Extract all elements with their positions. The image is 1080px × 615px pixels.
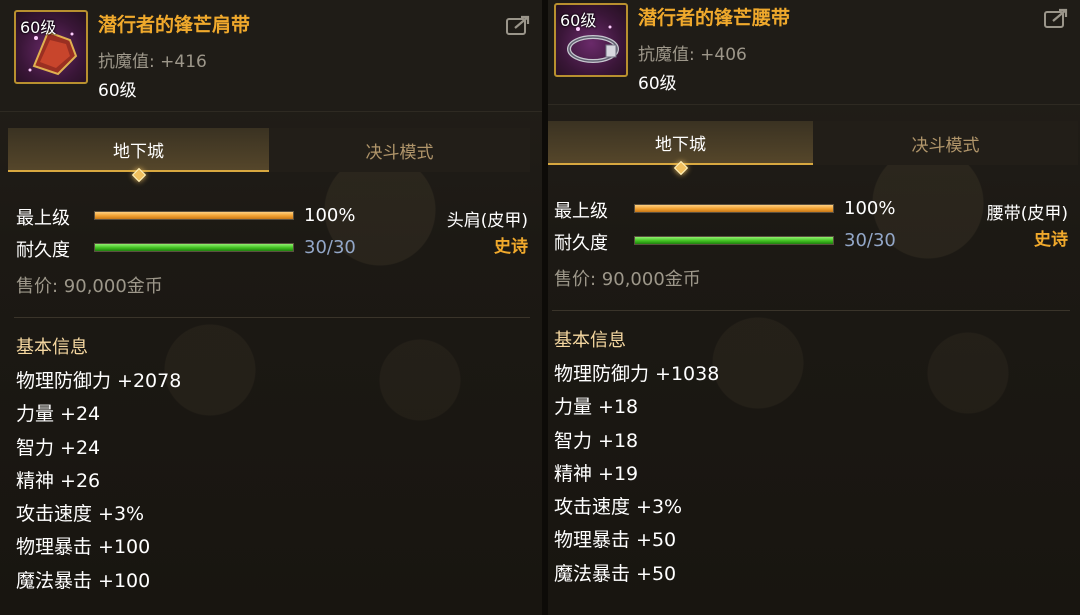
magic-resist-label: 抗魔值: (638, 45, 695, 65)
basic-info-title: 基本信息 (554, 330, 626, 351)
max-level-label: 最上级 (554, 201, 608, 222)
mode-tabs: 地下城 决斗模式 (548, 121, 1078, 176)
rarity-label: 史诗 (494, 237, 528, 257)
stat-attack-speed: 攻击速度 +3% (554, 496, 683, 519)
tab-dungeon-label: 地下城 (655, 134, 706, 155)
tab-dungeon-label: 地下城 (113, 141, 164, 162)
mode-tabs: 地下城 决斗模式 (8, 128, 530, 183)
item-level: 60级 (638, 74, 677, 94)
magic-resist-stat: 抗魔值: +416 (98, 47, 207, 72)
tab-duel-mode[interactable]: 决斗模式 (269, 128, 530, 172)
max-level-bar (94, 211, 294, 220)
stat-spirit: 精神 +26 (16, 469, 101, 492)
magic-resist-stat: 抗魔值: +406 (638, 40, 747, 65)
durability-bar-fill (95, 244, 293, 251)
durability-bar (634, 236, 834, 245)
item-tooltip-belt: 60级 潜行者的锋芒腰带 抗魔值: +406 60级 地下城 决斗模式 最上级 … (548, 0, 1080, 615)
stat-physical-crit: 物理暴击 +50 (554, 529, 677, 552)
item-icon-box: 60级 (14, 10, 88, 84)
tab-duel-label: 决斗模式 (365, 142, 434, 163)
durability-bar (94, 243, 294, 252)
icon-level-badge: 60级 (20, 18, 57, 37)
basic-info-title: 基本信息 (16, 337, 88, 358)
sell-price: 售价: 90,000金币 (16, 276, 163, 297)
stat-magic-crit: 魔法暴击 +50 (554, 562, 677, 585)
item-tooltip-shoulder: 60级 潜行者的锋芒肩带 抗魔值: +416 60级 地下城 决斗模式 最上级 … (0, 0, 542, 615)
active-tab-indicator (673, 160, 688, 176)
stat-physical-defense: 物理防御力 +1038 (554, 363, 720, 385)
stat-intelligence: 智力 +24 (16, 436, 101, 459)
max-level-label: 最上级 (16, 208, 70, 229)
max-level-value: 100% (304, 205, 356, 226)
tab-duel-mode[interactable]: 决斗模式 (813, 121, 1078, 165)
stat-strength: 力量 +18 (554, 396, 639, 419)
item-level: 60级 (98, 81, 137, 101)
share-icon[interactable] (506, 14, 532, 36)
tab-duel-label: 决斗模式 (911, 135, 980, 156)
stat-intelligence: 智力 +18 (554, 429, 639, 452)
slot-type: 腰带(皮甲) (986, 204, 1068, 224)
item-name: 潜行者的锋芒腰带 (638, 7, 791, 29)
durability-label: 耐久度 (554, 233, 608, 254)
max-level-value: 100% (844, 198, 896, 219)
magic-resist-label: 抗魔值: (98, 52, 155, 72)
stat-magic-crit: 魔法暴击 +100 (16, 569, 151, 592)
durability-bar-fill (635, 237, 833, 244)
item-header: 60级 潜行者的锋芒肩带 抗魔值: +416 60级 (0, 0, 542, 112)
share-icon[interactable] (1044, 7, 1070, 29)
durability-value: 30/30 (304, 237, 356, 258)
active-tab-indicator (131, 167, 146, 183)
stat-strength: 力量 +24 (16, 403, 101, 426)
separator (14, 317, 530, 318)
item-icon-box: 60级 (554, 3, 628, 77)
icon-level-badge: 60级 (560, 11, 597, 30)
magic-resist-value: +416 (160, 52, 207, 72)
item-name: 潜行者的锋芒肩带 (98, 14, 251, 36)
max-level-bar-fill (95, 212, 293, 219)
tab-dungeon[interactable]: 地下城 (548, 121, 813, 176)
rarity-label: 史诗 (1034, 230, 1068, 250)
tab-dungeon[interactable]: 地下城 (8, 128, 269, 183)
stat-physical-defense: 物理防御力 +2078 (16, 370, 182, 392)
max-level-bar (634, 204, 834, 213)
durability-value: 30/30 (844, 230, 896, 251)
item-header: 60级 潜行者的锋芒腰带 抗魔值: +406 60级 (548, 0, 1080, 105)
stat-physical-crit: 物理暴击 +100 (16, 536, 151, 559)
slot-type: 头肩(皮甲) (446, 211, 528, 231)
stats-list: 物理防御力 +1038 力量 +18 智力 +18 精神 +19 攻击速度 +3… (554, 358, 719, 591)
stat-attack-speed: 攻击速度 +3% (16, 503, 145, 526)
durability-label: 耐久度 (16, 240, 70, 261)
max-level-bar-fill (635, 205, 833, 212)
stats-list: 物理防御力 +2078 力量 +24 智力 +24 精神 +26 攻击速度 +3… (16, 365, 181, 598)
separator (552, 310, 1070, 311)
sell-price: 售价: 90,000金币 (554, 269, 701, 290)
stat-spirit: 精神 +19 (554, 462, 639, 485)
magic-resist-value: +406 (700, 45, 747, 65)
